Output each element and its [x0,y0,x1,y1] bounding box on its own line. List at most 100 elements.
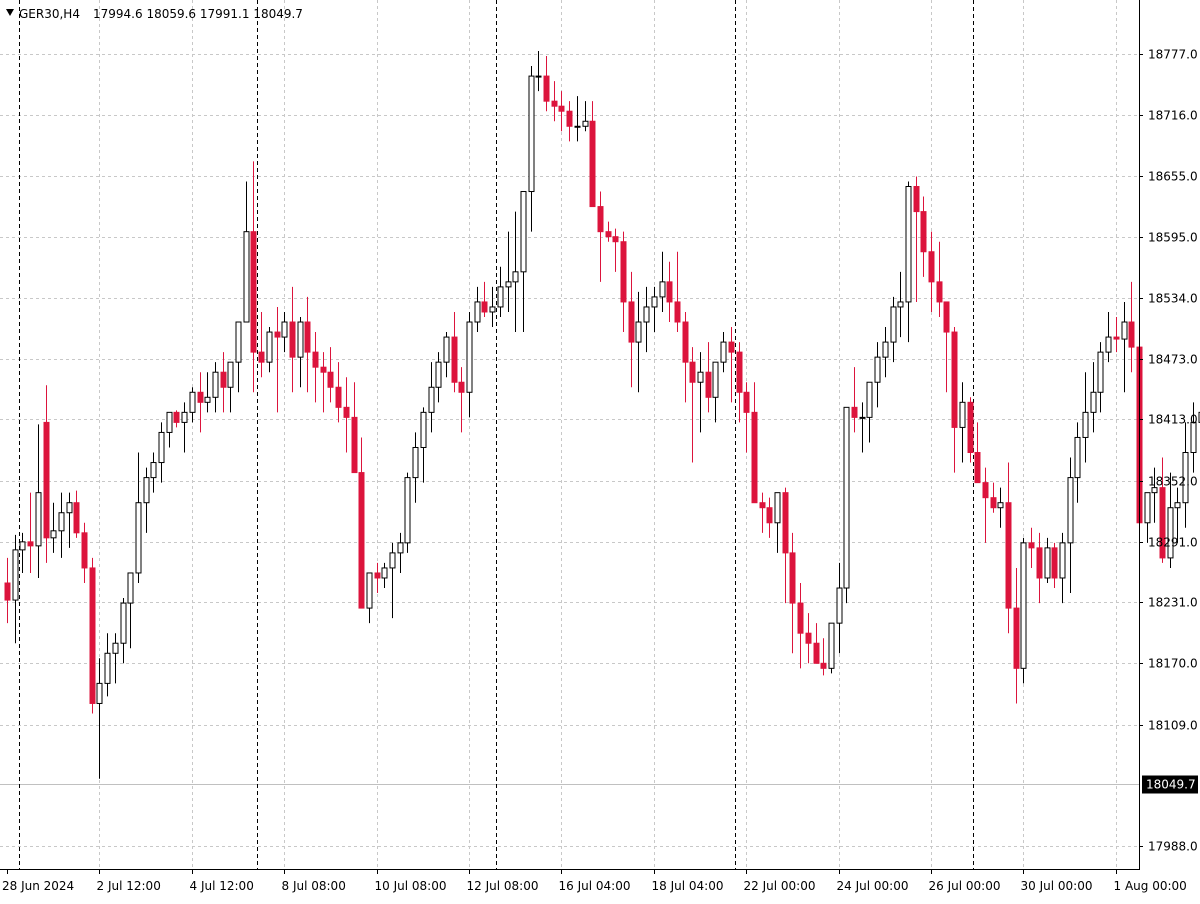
candle-bullish[interactable] [890,296,897,363]
candle-bullish[interactable] [19,532,26,573]
candle-bullish[interactable] [959,382,966,463]
candle-bullish[interactable] [720,332,727,373]
candle-bearish[interactable] [928,231,935,312]
candle-bearish[interactable] [566,101,573,142]
candle-bullish[interactable] [66,492,73,548]
candle-bearish[interactable] [813,623,820,664]
candle-bearish[interactable] [728,327,735,403]
candle-bearish[interactable] [43,385,50,563]
candle-bullish[interactable] [104,633,111,697]
candle-bullish[interactable] [1020,537,1027,684]
candle-bearish[interactable] [543,56,550,112]
candle-bearish[interactable] [913,176,920,302]
candle-bullish[interactable] [643,286,650,353]
price-chart[interactable]: 18777.0 18716.0 18655.0 18595.0 18534.0 18473… [0,0,1200,900]
candle-bearish[interactable] [1128,281,1135,373]
candle-bullish[interactable] [1059,532,1066,604]
candle-bearish[interactable] [274,306,281,413]
candle-bullish[interactable] [843,406,850,604]
candle-bullish[interactable] [212,362,219,413]
candle-bullish[interactable] [574,96,581,142]
candle-bullish[interactable] [582,101,589,132]
candle-bearish[interactable] [358,437,365,609]
candle-bullish[interactable] [120,598,127,664]
candle-bullish[interactable] [281,311,288,353]
candle-bullish[interactable] [1097,342,1104,413]
candle-bullish[interactable] [497,266,504,317]
candle-bearish[interactable] [743,382,750,453]
candle-bullish[interactable] [520,191,527,333]
candle-bearish[interactable] [597,191,604,282]
candle-bullish[interactable] [774,492,781,553]
candle-bearish[interactable] [751,382,758,504]
candle-bullish[interactable] [659,251,666,312]
candle-bearish[interactable] [335,362,342,423]
candle-bullish[interactable] [58,492,65,558]
candle-bearish[interactable] [797,583,804,669]
candle-bullish[interactable] [997,487,1004,528]
candle-bullish[interactable] [35,424,42,578]
dropdown-triangle-icon[interactable] [6,9,14,16]
candle-bullish[interactable] [1090,362,1097,433]
candle-bearish[interactable] [605,221,612,242]
candle-bullish[interactable] [397,532,404,573]
candle-bearish[interactable] [1051,542,1058,589]
candle-bullish[interactable] [1105,311,1112,363]
candle-bullish[interactable] [235,321,242,393]
candle-bearish[interactable] [936,241,943,317]
candle-bearish[interactable] [705,342,712,413]
candle-bearish[interactable] [173,410,180,428]
candle-bearish[interactable] [851,367,858,433]
candle-bearish[interactable] [220,352,227,413]
candle-bearish[interactable] [920,196,927,277]
candle-bullish[interactable] [204,372,211,413]
candle-bearish[interactable] [451,311,458,393]
candle-bullish[interactable] [1044,537,1051,584]
candle-bearish[interactable] [458,367,465,433]
candle-bullish[interactable] [697,352,704,433]
candle-bullish[interactable] [905,181,912,343]
candle-bullish[interactable] [474,286,481,333]
candle-bearish[interactable] [258,311,265,378]
candle-bullish[interactable] [1074,422,1081,503]
candle-bullish[interactable] [420,407,427,483]
candle-bullish[interactable] [127,572,134,649]
candle-bullish[interactable] [389,542,396,619]
candle-bullish[interactable] [443,332,450,378]
candle-bearish[interactable] [343,377,350,453]
candle-bearish[interactable] [374,562,381,594]
candle-bullish[interactable] [158,422,165,483]
candle-bullish[interactable] [1067,457,1074,594]
candle-bullish[interactable] [528,66,535,232]
candle-bullish[interactable] [1121,301,1128,393]
candle-bearish[interactable] [1028,527,1035,568]
candle-bearish[interactable] [81,522,88,584]
candle-bearish[interactable] [589,101,596,208]
candle-bearish[interactable] [89,557,96,714]
candle-bullish[interactable] [150,452,157,493]
candle-bearish[interactable] [351,382,358,474]
candle-bearish[interactable] [674,251,681,333]
candle-bullish[interactable] [297,316,304,388]
candle-bullish[interactable] [635,291,642,393]
candle-bullish[interactable] [882,327,889,378]
candle-bearish[interactable] [73,490,80,538]
candle-bearish[interactable] [682,311,689,403]
candle-bullish[interactable] [712,361,719,423]
candle-bearish[interactable] [481,281,488,317]
candle-bearish[interactable] [197,372,204,433]
candle-bullish[interactable] [243,181,250,323]
candle-bearish[interactable] [982,467,989,543]
candle-bearish[interactable] [820,638,827,676]
candle-bullish[interactable] [166,411,173,448]
candle-bullish[interactable] [859,402,866,453]
candle-bullish[interactable] [489,286,496,328]
candle-bearish[interactable] [312,332,319,403]
candle-bearish[interactable] [943,301,950,393]
candle-bullish[interactable] [428,362,435,433]
candle-bullish[interactable] [135,452,142,584]
candle-bullish[interactable] [143,467,150,533]
candle-bearish[interactable] [289,286,296,393]
candle-bearish[interactable] [805,613,812,664]
candle-bullish[interactable] [828,622,835,674]
